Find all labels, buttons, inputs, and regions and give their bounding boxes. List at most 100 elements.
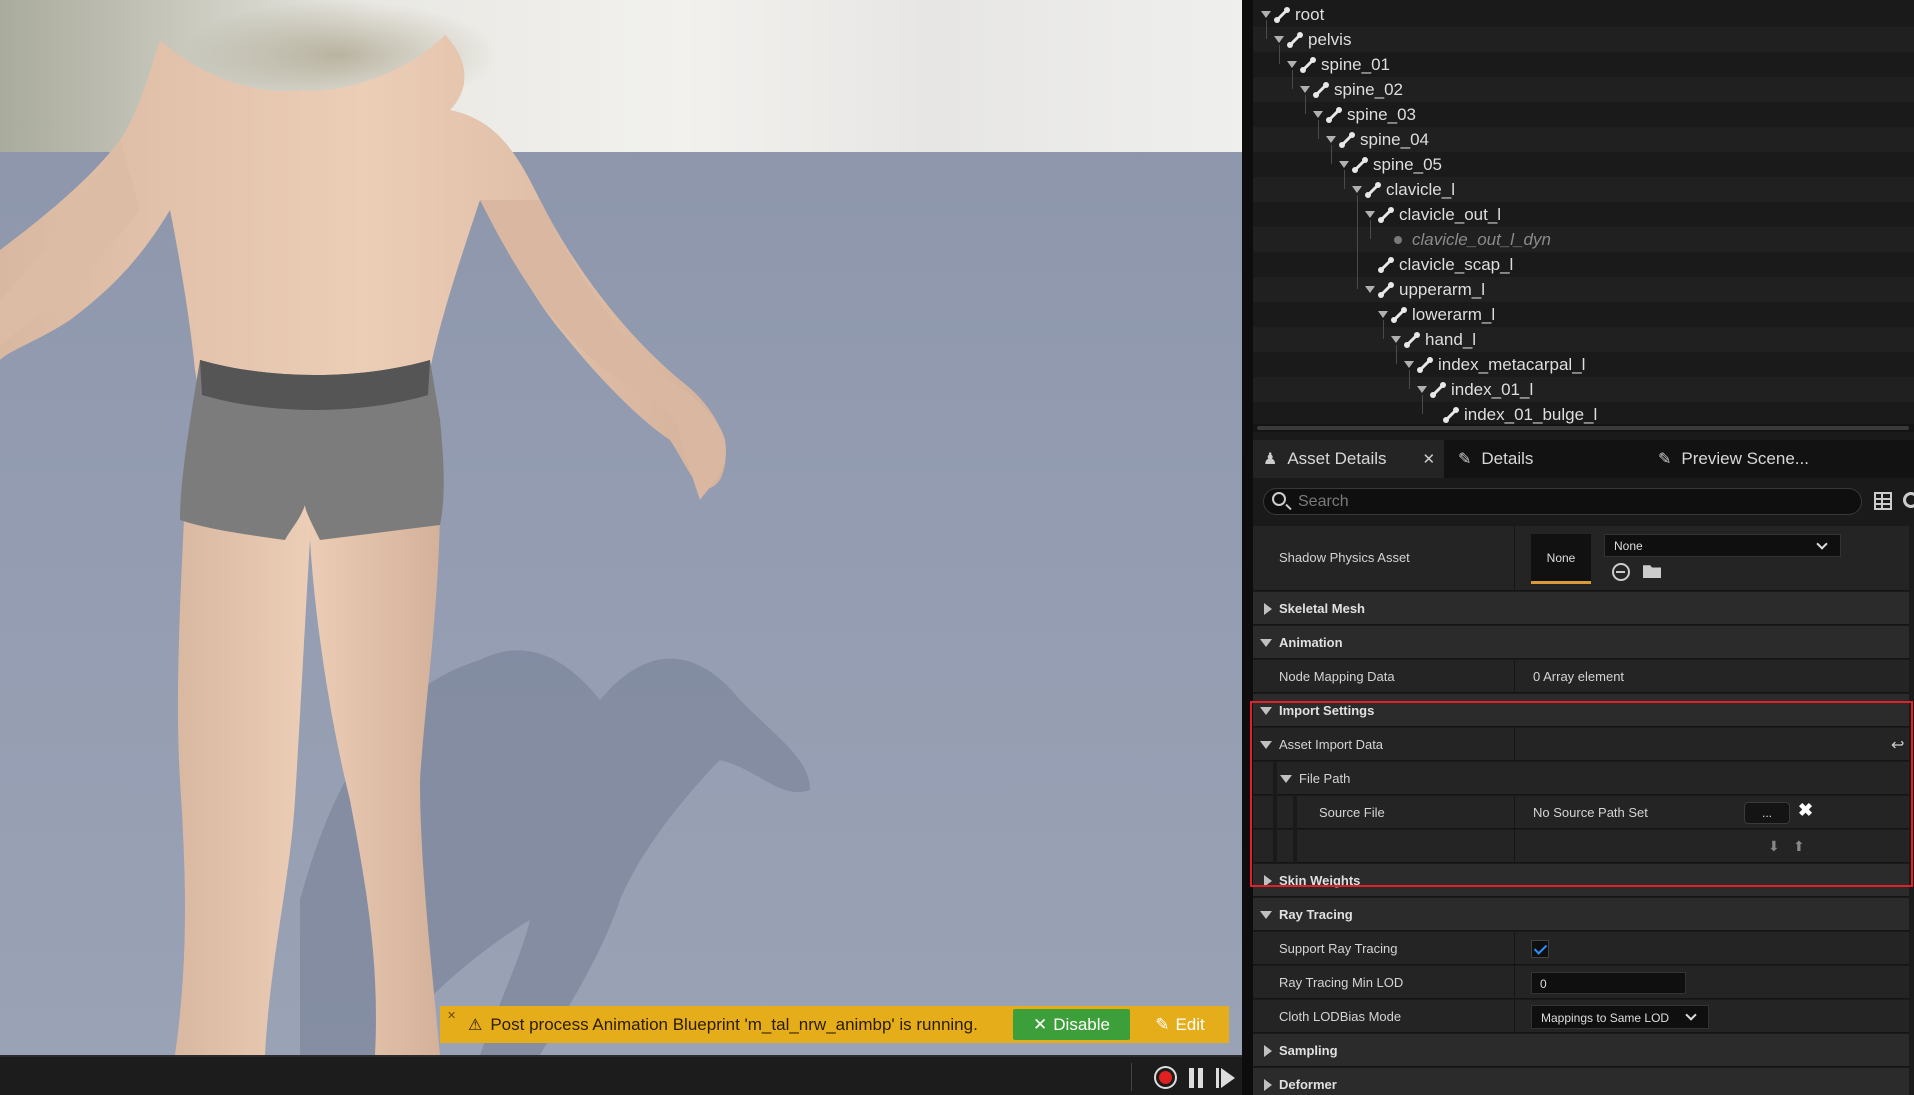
- browse-folder-icon[interactable]: [1643, 565, 1661, 578]
- category-label: Ray Tracing: [1279, 907, 1353, 922]
- app-window: ✕ ⚠ Post process Animation Blueprint 'm_…: [0, 0, 1914, 1095]
- arrow-down-icon[interactable]: ⬇: [1768, 838, 1780, 855]
- property-label: Asset Import Data: [1279, 737, 1384, 752]
- search-input[interactable]: [1298, 492, 1838, 512]
- property-file-path[interactable]: File Path: [1253, 762, 1909, 795]
- property-label: Node Mapping Data: [1279, 669, 1395, 684]
- bone-row[interactable]: clavicle_scap_l: [1253, 252, 1914, 277]
- collapse-arrow-icon[interactable]: [1378, 311, 1388, 318]
- bone-row[interactable]: pelvis: [1253, 27, 1914, 52]
- bone-row[interactable]: spine_05: [1253, 152, 1914, 177]
- bone-row[interactable]: upperarm_l: [1253, 277, 1914, 302]
- reset-to-default-icon[interactable]: ↩: [1891, 735, 1904, 755]
- indent-guide: [1273, 796, 1277, 829]
- collapse-arrow-icon[interactable]: [1274, 36, 1284, 43]
- cloth-lodbias-mode-dropdown[interactable]: Mappings to Same LOD: [1531, 1005, 1709, 1029]
- bone-row[interactable]: spine_04: [1253, 127, 1914, 152]
- category-sampling[interactable]: Sampling: [1253, 1034, 1909, 1067]
- asset-picker-dropdown[interactable]: None: [1604, 534, 1841, 557]
- collapse-arrow-icon[interactable]: [1391, 336, 1401, 343]
- bone-row[interactable]: clavicle_out_l_dyn: [1253, 227, 1914, 252]
- skeleton-tree[interactable]: root pelvis spine_01 spine_02 spine_03 spine_…: [1253, 0, 1914, 432]
- property-shadow-physics-asset: Shadow Physics Asset None None: [1253, 526, 1909, 591]
- bone-icon: [1339, 132, 1355, 148]
- bone-label: spine_01: [1321, 55, 1391, 74]
- collapse-arrow-icon[interactable]: [1287, 61, 1297, 68]
- clear-icon[interactable]: ✖: [1798, 800, 1813, 821]
- property-array-element-row: ⬇ ⬆: [1253, 830, 1909, 863]
- tree-guide-line: [1279, 45, 1280, 64]
- disable-button[interactable]: ✕ Disable: [1013, 1009, 1130, 1040]
- search-icon: [1272, 492, 1286, 506]
- column-divider: [1514, 526, 1515, 591]
- record-icon[interactable]: [1154, 1066, 1177, 1089]
- bone-row[interactable]: clavicle_l: [1253, 177, 1914, 202]
- tree-guide-line: [1305, 95, 1306, 114]
- bone-icon: [1391, 307, 1407, 323]
- category-import-settings[interactable]: Import Settings: [1253, 694, 1909, 727]
- close-tab-icon[interactable]: ✕: [1423, 450, 1436, 468]
- table-view-icon[interactable]: [1874, 492, 1892, 510]
- bone-label: spine_04: [1360, 130, 1430, 149]
- tree-guide-line: [1331, 145, 1332, 164]
- panel-splitter[interactable]: [1242, 0, 1253, 1095]
- virtual-bone-icon: [1394, 236, 1402, 244]
- collapse-arrow-icon[interactable]: [1365, 286, 1375, 293]
- property-label: File Path: [1299, 771, 1351, 786]
- collapse-arrow-icon[interactable]: [1261, 11, 1271, 18]
- bone-row[interactable]: hand_l: [1253, 327, 1914, 352]
- category-deformer[interactable]: Deformer: [1253, 1068, 1909, 1095]
- bone-row[interactable]: lowerarm_l: [1253, 302, 1914, 327]
- bone-label: clavicle_out_l_dyn: [1412, 230, 1551, 249]
- use-selected-icon[interactable]: [1612, 563, 1630, 581]
- collapse-arrow-icon[interactable]: [1365, 211, 1375, 218]
- close-icon[interactable]: ✕: [447, 1009, 456, 1022]
- browse-source-button[interactable]: ...: [1744, 802, 1790, 824]
- bone-row[interactable]: spine_02: [1253, 77, 1914, 102]
- bone-row[interactable]: root: [1253, 2, 1914, 27]
- step-forward-icon[interactable]: [1216, 1068, 1236, 1088]
- property-asset-import-data[interactable]: Asset Import Data ↩: [1253, 728, 1909, 761]
- tree-guide-line: [1318, 120, 1319, 139]
- collapse-arrow-icon[interactable]: [1352, 186, 1362, 193]
- edit-button[interactable]: ✎ Edit: [1134, 1009, 1226, 1040]
- bone-row[interactable]: spine_03: [1253, 102, 1914, 127]
- collapse-arrow-icon[interactable]: [1326, 136, 1336, 143]
- asset-thumbnail[interactable]: None: [1531, 534, 1591, 584]
- collapse-arrow-icon[interactable]: [1313, 111, 1323, 118]
- bone-row[interactable]: index_metacarpal_l: [1253, 352, 1914, 377]
- pause-icon[interactable]: [1188, 1068, 1204, 1088]
- chevron-down-icon: [1816, 538, 1828, 550]
- collapse-arrow-icon[interactable]: [1404, 361, 1414, 368]
- support-ray-tracing-checkbox[interactable]: [1531, 940, 1549, 958]
- viewport[interactable]: ✕ ⚠ Post process Animation Blueprint 'm_…: [0, 0, 1242, 1055]
- category-animation[interactable]: Animation: [1253, 626, 1909, 659]
- column-divider: [1514, 1000, 1515, 1033]
- tab-details[interactable]: ✎ Details: [1458, 440, 1608, 478]
- collapse-arrow-icon[interactable]: [1339, 161, 1349, 168]
- bone-row[interactable]: index_01_l: [1253, 377, 1914, 402]
- bone-row[interactable]: spine_01: [1253, 52, 1914, 77]
- category-skin-weights[interactable]: Skin Weights: [1253, 864, 1909, 897]
- tree-guide-line: [1357, 195, 1358, 289]
- indent-guide: [1293, 796, 1297, 829]
- ray-tracing-min-lod-field[interactable]: 0: [1531, 972, 1686, 994]
- category-ray-tracing[interactable]: Ray Tracing: [1253, 898, 1909, 931]
- collapse-arrow-icon[interactable]: [1300, 86, 1310, 93]
- collapse-arrow-icon[interactable]: [1417, 386, 1427, 393]
- tab-preview-scene[interactable]: ✎ Preview Scene...: [1658, 440, 1858, 478]
- scrollbar-thumb[interactable]: [1257, 426, 1909, 430]
- horizontal-scrollbar[interactable]: [1253, 424, 1914, 432]
- arrow-up-icon[interactable]: ⬆: [1793, 838, 1805, 855]
- expand-arrow-icon: [1264, 603, 1272, 615]
- gear-icon[interactable]: [1903, 492, 1914, 508]
- category-skeletal-mesh[interactable]: Skeletal Mesh: [1253, 592, 1909, 625]
- bone-row[interactable]: clavicle_out_l: [1253, 202, 1914, 227]
- column-divider: [1514, 830, 1515, 863]
- bone-label: spine_05: [1373, 155, 1443, 174]
- bone-label: index_01_l: [1451, 380, 1534, 399]
- column-divider: [1514, 660, 1515, 693]
- tab-asset-details[interactable]: ♟ Asset Details ✕: [1253, 440, 1444, 478]
- property-node-mapping-data: Node Mapping Data 0 Array element: [1253, 660, 1909, 693]
- tree-guide-line: [1409, 370, 1410, 389]
